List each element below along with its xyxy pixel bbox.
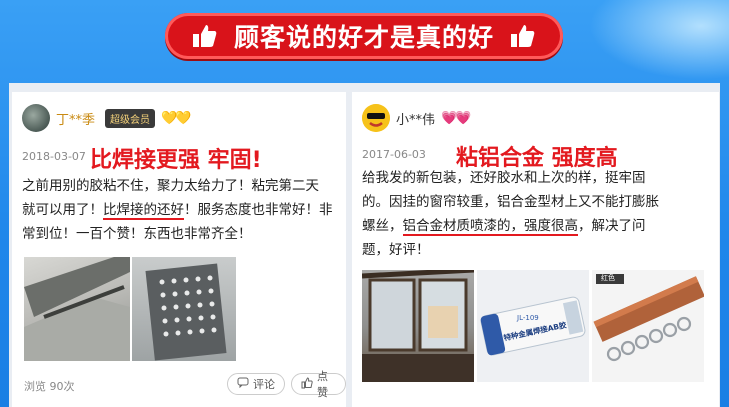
like-label: 点赞 xyxy=(317,370,328,399)
product-photo[interactable]: JL-109 特种金属焊接AB胶 xyxy=(477,270,589,382)
review-date: 2017-06-03 xyxy=(362,148,426,161)
user-row: 丁**季 超级会员 💛💛 xyxy=(22,104,191,132)
thumbs-up-icon xyxy=(301,376,313,392)
review-photo[interactable] xyxy=(362,270,474,382)
highlighted-text: 比焊接的还好 xyxy=(103,202,184,220)
photo-tag: 红色 xyxy=(601,274,615,282)
product-code: JL-109 xyxy=(517,314,539,322)
view-count: 浏览 90次 xyxy=(24,380,75,393)
review-headline: 比焊接更强 牢固! xyxy=(90,148,262,173)
username: 丁**季 xyxy=(56,112,96,128)
thumbs-up-icon xyxy=(508,21,538,51)
review-date: 2018-03-07 xyxy=(22,150,86,163)
review-photo[interactable] xyxy=(132,257,236,361)
review-text: 给我发的新包装，还好胶水和上次的样，挺牢固 的。因挂的窗帘较重，铝合金型材上又不… xyxy=(362,170,659,258)
comment-label: 评论 xyxy=(253,378,275,391)
thumbs-up-icon xyxy=(190,21,220,51)
background-glow xyxy=(589,0,729,80)
product-photo[interactable]: 红色 xyxy=(592,270,704,382)
comment-button[interactable]: 评论 xyxy=(227,373,285,395)
avatar xyxy=(22,104,50,132)
banner-title: 顾客说的好才是真的好 xyxy=(233,23,494,52)
banner: 顾客说的好才是真的好 xyxy=(165,13,563,59)
review-text: 之前用别的胶粘不住，聚力太给力了！粘完第二天 就可以用了！比焊接的还好！服务态度… xyxy=(22,178,333,242)
username: 小**伟 xyxy=(396,112,436,128)
review-photo[interactable] xyxy=(24,257,130,361)
avatar xyxy=(362,104,390,132)
user-row: 小**伟 💗💗 xyxy=(362,104,471,132)
review-card: 丁**季 超级会员 💛💛 2018-03-07 比焊接更强 牢固! 之前用别的胶… xyxy=(12,92,346,407)
highlighted-text: 铝合金材质喷漆的，强度很高 xyxy=(402,218,578,236)
heart-icon: 💗💗 xyxy=(441,110,471,126)
review-card: 小**伟 💗💗 2017-06-03 粘铝合金 强度高 给我发的新包装，还好胶水… xyxy=(352,92,719,407)
diamond-icon: 💛💛 xyxy=(161,110,191,126)
comment-icon xyxy=(237,377,249,391)
vip-badge: 超级会员 xyxy=(105,108,156,128)
like-button[interactable]: 点赞 xyxy=(291,370,346,399)
